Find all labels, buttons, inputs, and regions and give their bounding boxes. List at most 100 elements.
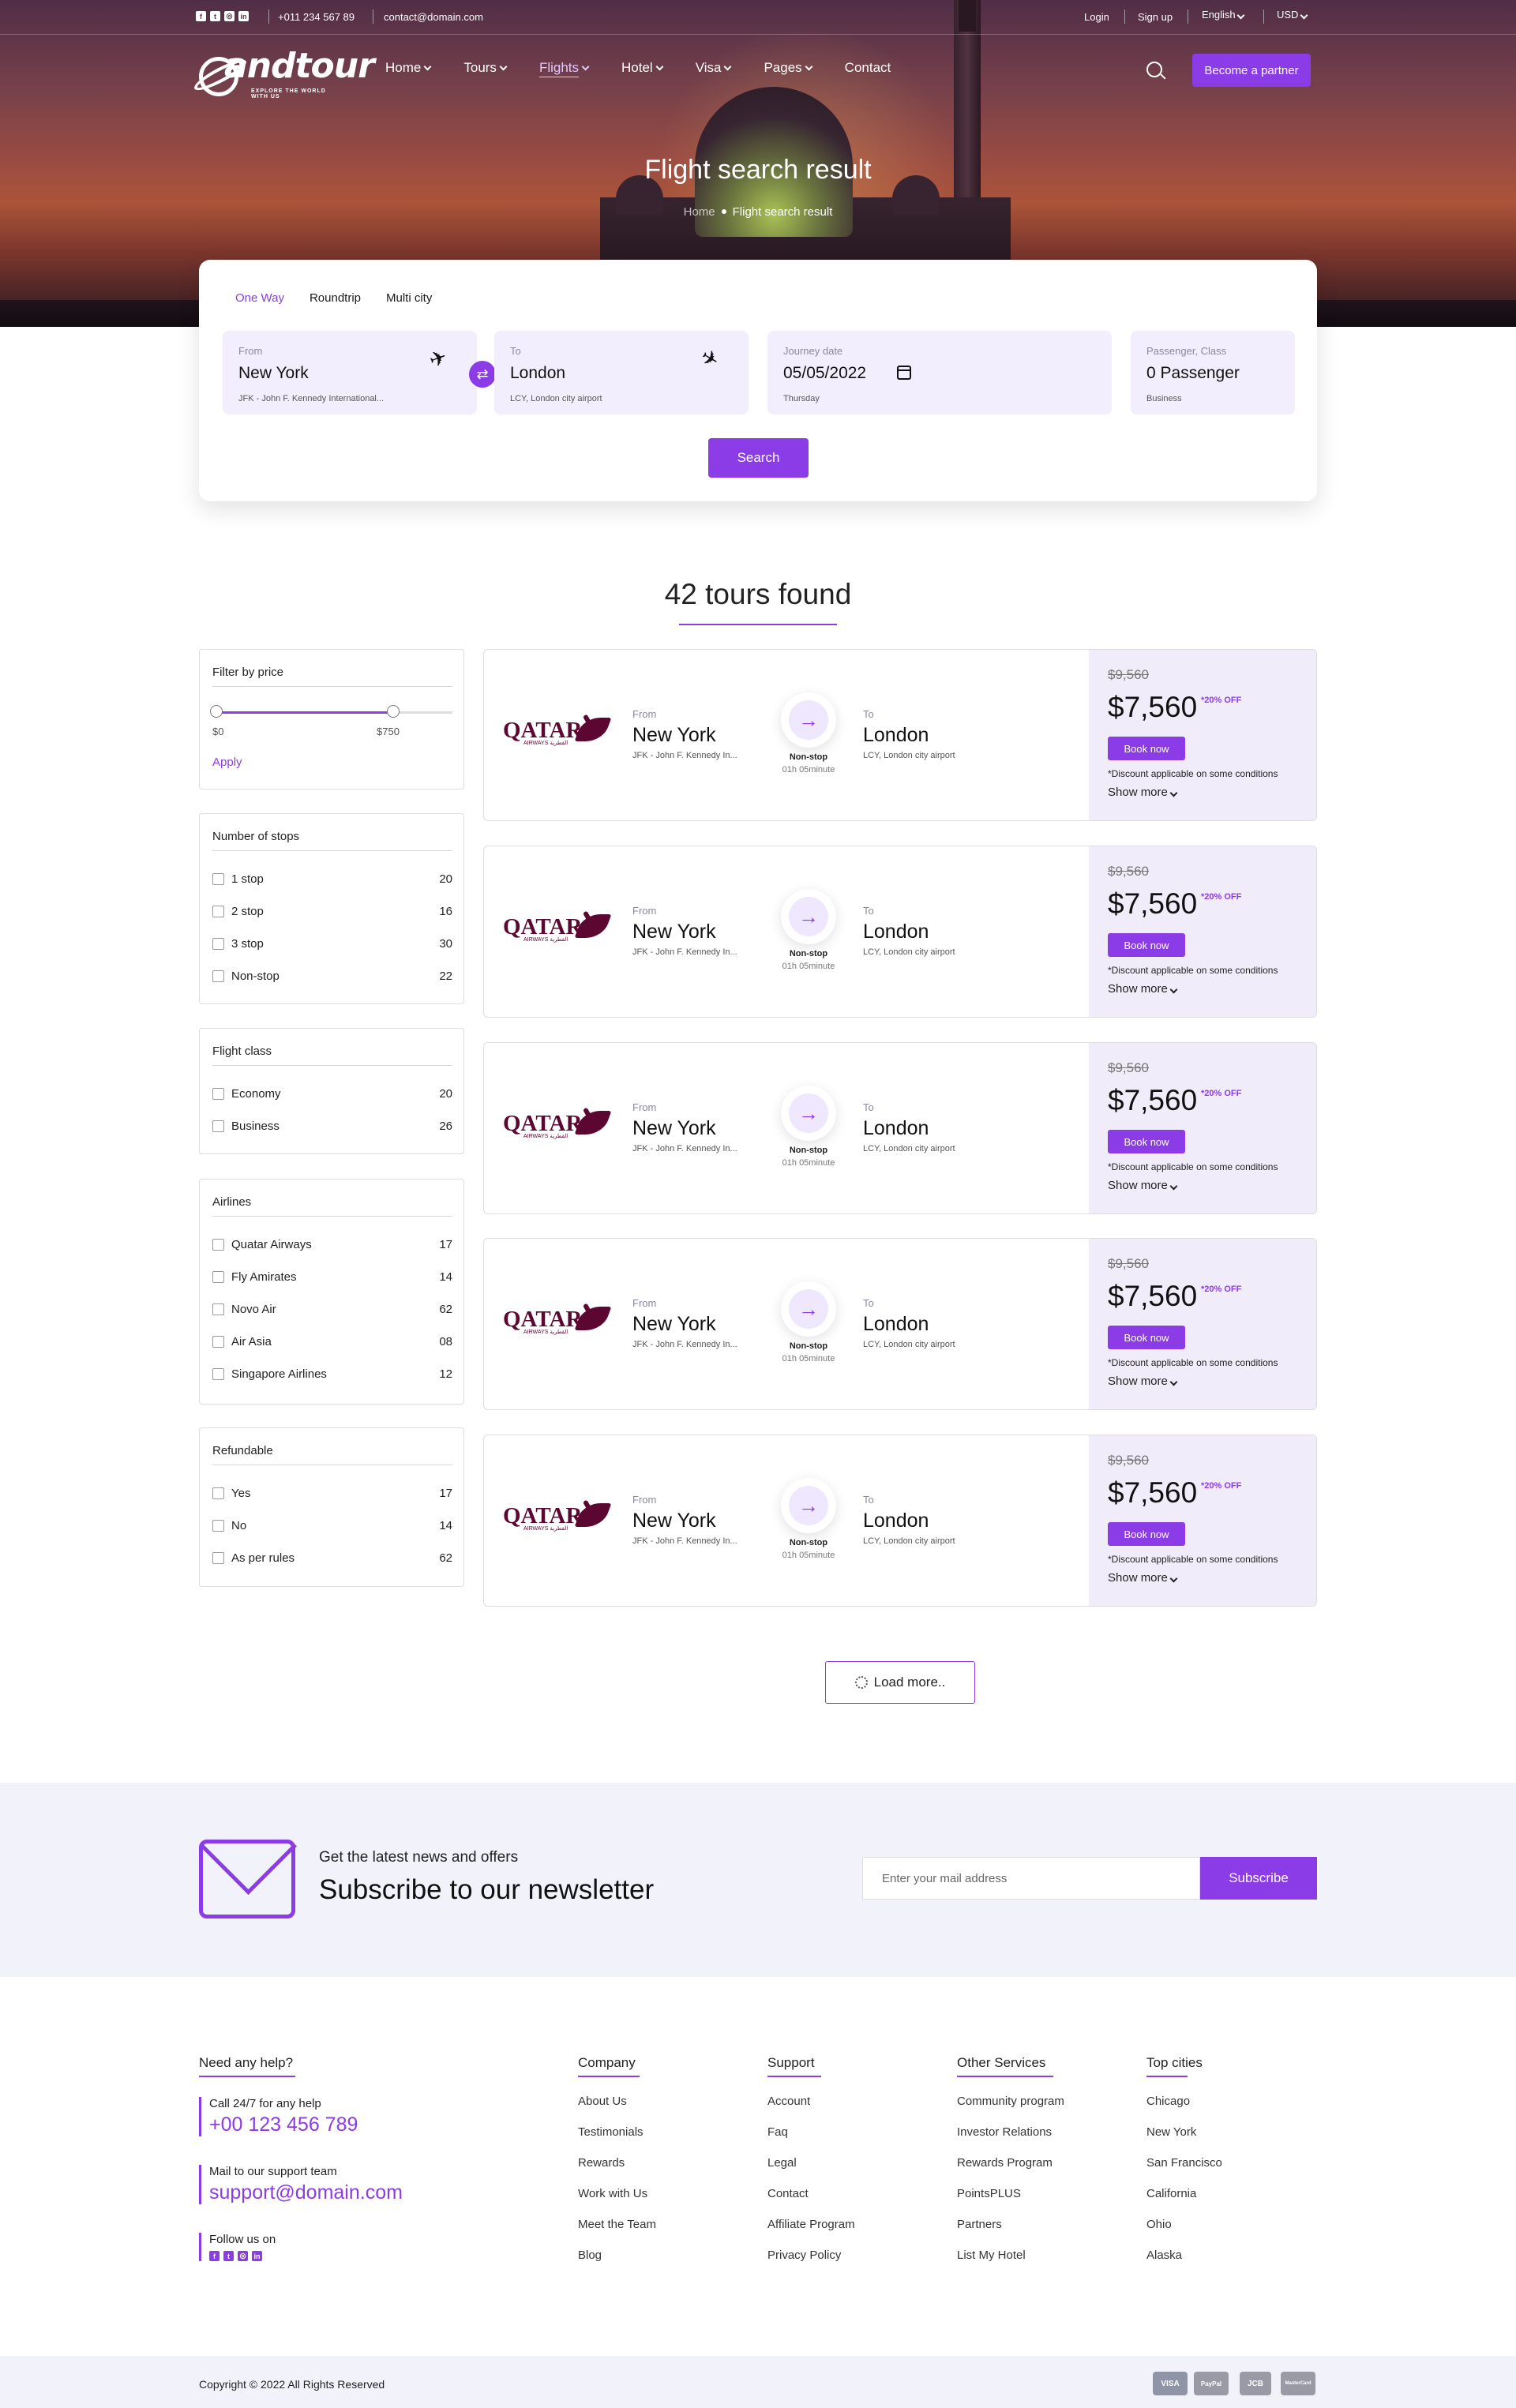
topbar-email[interactable]: contact@domain.com xyxy=(384,11,483,23)
footer-link[interactable]: Partners xyxy=(957,2218,1002,2231)
breadcrumb-home[interactable]: Home xyxy=(684,205,715,219)
passenger-field[interactable]: Passenger, Class 0 Passenger Business xyxy=(1131,331,1295,414)
show-more-toggle[interactable]: Show more xyxy=(1108,786,1178,799)
facebook-icon[interactable]: f xyxy=(209,2251,220,2261)
to-field[interactable]: To London LCY, London city airport ✈ xyxy=(494,331,749,414)
filter-option[interactable]: Business 26 xyxy=(212,1118,452,1134)
filter-option[interactable]: 2 stop 16 xyxy=(212,903,452,919)
become-partner-button[interactable]: Become a partner xyxy=(1192,54,1311,87)
footer-link[interactable]: Account xyxy=(767,2095,810,2108)
newsletter-email-input[interactable] xyxy=(862,1857,1200,1900)
search-button[interactable]: Search xyxy=(708,438,809,478)
signup-link[interactable]: Sign up xyxy=(1138,11,1173,23)
swap-icon[interactable]: ⇄ xyxy=(469,361,496,388)
tab-roundtrip[interactable]: Roundtrip xyxy=(310,291,361,305)
nav-pages[interactable]: Pages xyxy=(764,60,813,76)
checkbox[interactable] xyxy=(212,1368,224,1380)
instagram-icon[interactable]: ◎ xyxy=(224,11,235,21)
currency-select[interactable]: USD xyxy=(1277,9,1308,21)
nav-flights[interactable]: Flights xyxy=(539,60,590,76)
checkbox[interactable] xyxy=(212,1487,224,1499)
facebook-icon[interactable]: f xyxy=(196,11,206,21)
filter-option[interactable]: Yes 17 xyxy=(212,1485,452,1501)
subscribe-button[interactable]: Subscribe xyxy=(1200,1857,1317,1900)
price-min-handle[interactable] xyxy=(210,705,223,718)
footer-link[interactable]: Rewards Program xyxy=(957,2156,1053,2170)
checkbox[interactable] xyxy=(212,906,224,917)
journey-date-field[interactable]: Journey date 05/05/2022 Thursday xyxy=(767,331,1112,414)
nav-tours[interactable]: Tours xyxy=(463,60,508,76)
calendar-icon[interactable] xyxy=(897,366,911,380)
filter-option[interactable]: 3 stop 30 xyxy=(212,936,452,951)
footer-link[interactable]: California xyxy=(1146,2187,1196,2200)
help-phone[interactable]: +00 123 456 789 xyxy=(209,2114,358,2136)
footer-link[interactable]: PointsPLUS xyxy=(957,2187,1021,2200)
show-more-toggle[interactable]: Show more xyxy=(1108,982,1178,996)
filter-option[interactable]: No 14 xyxy=(212,1517,452,1533)
show-more-toggle[interactable]: Show more xyxy=(1108,1179,1178,1192)
footer-link[interactable]: Rewards xyxy=(578,2156,625,2170)
price-range-track[interactable] xyxy=(216,711,452,714)
footer-link[interactable]: Meet the Team xyxy=(578,2218,656,2231)
nav-visa[interactable]: Visa xyxy=(696,60,732,76)
filter-option[interactable]: Novo Air 62 xyxy=(212,1301,452,1317)
twitter-icon[interactable]: t xyxy=(210,11,220,21)
linkedin-icon[interactable]: in xyxy=(238,11,249,21)
checkbox[interactable] xyxy=(212,970,224,982)
footer-link[interactable]: Blog xyxy=(578,2249,602,2262)
nav-home[interactable]: Home xyxy=(385,60,432,76)
login-link[interactable]: Login xyxy=(1084,11,1109,23)
show-more-toggle[interactable]: Show more xyxy=(1108,1375,1178,1388)
site-logo[interactable]: andtour EXPLORE THE WORLD WITH US xyxy=(191,44,375,99)
book-now-button[interactable]: Book now xyxy=(1108,933,1185,957)
filter-option[interactable]: Quatar Airways 17 xyxy=(212,1236,452,1252)
footer-link[interactable]: Contact xyxy=(767,2187,809,2200)
twitter-icon[interactable]: t xyxy=(223,2251,234,2261)
footer-link[interactable]: Faq xyxy=(767,2125,788,2139)
filter-option[interactable]: Non-stop 22 xyxy=(212,968,452,984)
footer-link[interactable]: Legal xyxy=(767,2156,797,2170)
checkbox[interactable] xyxy=(212,1239,224,1251)
filter-option[interactable]: Air Asia 08 xyxy=(212,1333,452,1349)
checkbox[interactable] xyxy=(212,1552,224,1564)
footer-link[interactable]: New York xyxy=(1146,2125,1196,2139)
checkbox[interactable] xyxy=(212,1303,224,1315)
footer-link[interactable]: San Francisco xyxy=(1146,2156,1222,2170)
apply-price-button[interactable]: Apply xyxy=(212,756,242,769)
checkbox[interactable] xyxy=(212,1271,224,1283)
book-now-button[interactable]: Book now xyxy=(1108,1522,1185,1546)
show-more-toggle[interactable]: Show more xyxy=(1108,1571,1178,1585)
linkedin-icon[interactable]: in xyxy=(252,2251,262,2261)
footer-link[interactable]: Testimonials xyxy=(578,2125,644,2139)
checkbox[interactable] xyxy=(212,938,224,950)
load-more-button[interactable]: Load more.. xyxy=(825,1661,975,1704)
footer-link[interactable]: Affiliate Program xyxy=(767,2218,855,2231)
checkbox[interactable] xyxy=(212,1336,224,1348)
book-now-button[interactable]: Book now xyxy=(1108,737,1185,760)
checkbox[interactable] xyxy=(212,1088,224,1100)
checkbox[interactable] xyxy=(212,1120,224,1132)
filter-option[interactable]: Economy 20 xyxy=(212,1086,452,1101)
nav-contact[interactable]: Contact xyxy=(845,60,891,76)
footer-link[interactable]: Investor Relations xyxy=(957,2125,1052,2139)
footer-link[interactable]: Ohio xyxy=(1146,2218,1172,2231)
footer-link[interactable]: Community program xyxy=(957,2095,1064,2108)
footer-link[interactable]: About Us xyxy=(578,2095,627,2108)
filter-option[interactable]: Fly Amirates 14 xyxy=(212,1269,452,1285)
price-max-handle[interactable] xyxy=(387,705,400,718)
tab-multi-city[interactable]: Multi city xyxy=(386,291,432,305)
book-now-button[interactable]: Book now xyxy=(1108,1130,1185,1153)
book-now-button[interactable]: Book now xyxy=(1108,1326,1185,1349)
nav-hotel[interactable]: Hotel xyxy=(621,60,664,76)
footer-link[interactable]: Alaska xyxy=(1146,2249,1182,2262)
instagram-icon[interactable]: ◎ xyxy=(238,2251,248,2261)
checkbox[interactable] xyxy=(212,1520,224,1532)
footer-link[interactable]: Work with Us xyxy=(578,2187,647,2200)
search-icon[interactable] xyxy=(1146,62,1162,77)
filter-option[interactable]: As per rules 62 xyxy=(212,1550,452,1566)
from-field[interactable]: From New York JFK - John F. Kennedy Inte… xyxy=(223,331,477,414)
filter-option[interactable]: 1 stop 20 xyxy=(212,871,452,887)
footer-link[interactable]: Chicago xyxy=(1146,2095,1190,2108)
checkbox[interactable] xyxy=(212,873,224,885)
footer-link[interactable]: List My Hotel xyxy=(957,2249,1026,2262)
